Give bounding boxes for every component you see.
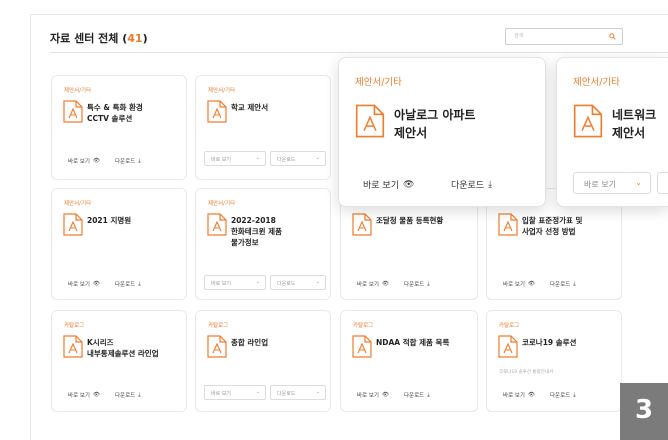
download-button[interactable]: 다운로드 ⤓ xyxy=(115,157,141,166)
download-button[interactable]: 다운로드 ⤓ xyxy=(115,391,141,400)
download-select[interactable] xyxy=(657,172,668,194)
eye-icon: 👁 xyxy=(93,158,100,164)
view-button[interactable]: 바로 보기 👁 xyxy=(68,280,100,288)
resource-card[interactable]: 제안서/기타 2021 지명원 바로 보기 👁 다운로드 ⤓ xyxy=(51,188,187,300)
view-button[interactable]: 바로 보기 👁 xyxy=(357,280,389,288)
eye-icon: 👁 xyxy=(93,392,100,398)
download-icon: ⤓ xyxy=(138,157,141,164)
chevron-down-icon: ⌄ xyxy=(315,389,320,395)
search-icon[interactable] xyxy=(609,33,616,40)
view-button[interactable]: 바로 보기 👁 xyxy=(363,178,415,192)
view-button[interactable]: 바로 보기 👁 xyxy=(503,391,535,399)
card-category: 제안서/기타 xyxy=(64,201,92,207)
card-category: 제안서/기타 xyxy=(208,201,236,207)
card-category: 제안서/기타 xyxy=(355,77,402,88)
card-title: 2021 지명원 xyxy=(87,216,132,225)
download-button[interactable]: 다운로드 ⤓ xyxy=(550,391,576,400)
download-icon: ⤓ xyxy=(427,280,430,287)
pdf-icon xyxy=(207,100,227,123)
resource-card-hovered[interactable]: 제안서/기타 네트워크 제안서 바로 보기 ⌄ xyxy=(556,57,668,207)
card-category: 카탈로그 xyxy=(353,323,374,329)
header-divider xyxy=(50,52,668,53)
card-title: 학교 제안서 xyxy=(231,103,269,112)
eye-icon: 👁 xyxy=(528,392,535,398)
download-icon: ⤓ xyxy=(427,391,430,398)
card-subtitle: 코로나19 솔루션 통합안내서 xyxy=(499,370,554,375)
pdf-icon xyxy=(498,335,518,358)
download-icon: ⤓ xyxy=(573,280,576,287)
resource-card-hovered[interactable]: 제안서/기타 아날로그 아파트 제안서 바로 보기 👁 다운로드 ⤓ xyxy=(338,57,546,207)
download-icon: ⤓ xyxy=(138,280,141,287)
pdf-icon xyxy=(352,335,372,358)
chevron-down-icon: ⌄ xyxy=(315,155,320,161)
view-button[interactable]: 바로 보기 👁 xyxy=(68,157,100,165)
eye-icon: 👁 xyxy=(93,281,100,287)
pdf-icon xyxy=(207,213,227,236)
view-button[interactable]: 바로 보기 👁 xyxy=(68,391,100,399)
download-button[interactable]: 다운로드 ⤓ xyxy=(404,391,430,400)
pdf-icon xyxy=(63,335,83,358)
resource-card[interactable]: 제안서/기타 2022-2018 한화테크윈 제품 물가정보 바로 보기 ⌄ 다운로드… xyxy=(195,188,331,300)
card-category: 제안서/기타 xyxy=(573,77,620,88)
resource-card[interactable]: 카탈로그 NDAA 적합 제품 목록 바로 보기 👁 다운로드 ⤓ xyxy=(340,310,478,412)
card-category: 제안서/기타 xyxy=(208,88,236,94)
view-button[interactable]: 바로 보기 👁 xyxy=(357,391,389,399)
resource-card[interactable]: 카탈로그 K시리즈 내부통제솔루션 라인업 바로 보기 👁 다운로드 ⤓ xyxy=(51,310,187,412)
view-select[interactable]: 바로 보기 ⌄ xyxy=(204,275,266,290)
search-placeholder: 검색 xyxy=(514,33,524,39)
download-button[interactable]: 다운로드 ⤓ xyxy=(451,178,493,192)
pdf-icon xyxy=(63,213,83,236)
card-category: 카탈로그 xyxy=(499,323,520,329)
view-select[interactable]: 바로 보기 ⌄ xyxy=(204,385,266,400)
card-title: 코로나19 솔루션 xyxy=(522,338,577,347)
view-select[interactable]: 바로 보기 ⌄ xyxy=(573,172,651,194)
eye-icon: 👁 xyxy=(382,392,389,398)
result-count: 41 xyxy=(127,32,143,45)
resource-card[interactable]: 카탈로그 종합 라인업 바로 보기 ⌄ 다운로드 ⌄ xyxy=(195,310,331,412)
chevron-down-icon: ⌄ xyxy=(255,279,260,285)
download-icon: ⤓ xyxy=(573,391,576,398)
resource-card[interactable]: 제안서/기타 학교 제안서 바로 보기 ⌄ 다운로드 ⌄ xyxy=(195,75,331,180)
view-button[interactable]: 바로 보기 👁 xyxy=(503,280,535,288)
card-title: 아날로그 아파트 제안서 xyxy=(394,108,476,140)
card-category: 카탈로그 xyxy=(64,323,85,329)
chevron-down-icon: ⌄ xyxy=(255,155,260,161)
download-icon: ⤓ xyxy=(488,179,493,190)
download-select[interactable]: 다운로드 ⌄ xyxy=(270,385,326,400)
chevron-down-icon: ⌄ xyxy=(255,389,260,395)
card-title: 종합 라인업 xyxy=(231,338,269,347)
card-title: 조달청 물품 등록현황 xyxy=(376,216,444,225)
card-title: NDAA 적합 제품 목록 xyxy=(376,338,450,347)
download-button[interactable]: 다운로드 ⤓ xyxy=(404,280,430,289)
download-button[interactable]: 다운로드 ⤓ xyxy=(115,280,141,289)
chevron-down-icon: ⌄ xyxy=(315,279,320,285)
card-title: 네트워크 제안서 xyxy=(612,108,657,140)
eye-icon: 👁 xyxy=(382,281,389,287)
card-category: 카탈로그 xyxy=(208,323,229,329)
eye-icon: 👁 xyxy=(528,281,535,287)
pdf-icon xyxy=(498,213,518,236)
card-title: 입찰 표준정가표 및 사업자 선정 방법 xyxy=(522,216,583,236)
card-title: K시리즈 내부통제솔루션 라인업 xyxy=(87,338,159,358)
card-title: 특수 & 특화 환경 CCTV 솔루션 xyxy=(87,103,143,123)
chevron-down-icon: ⌄ xyxy=(635,178,642,187)
card-category: 제안서/기타 xyxy=(64,88,92,94)
resource-card[interactable]: 제안서/기타 특수 & 특화 환경 CCTV 솔루션 바로 보기 👁 다운로드 ⤓ xyxy=(51,75,187,180)
download-icon: ⤓ xyxy=(138,391,141,398)
pdf-icon xyxy=(352,213,372,236)
download-select[interactable]: 다운로드 ⌄ xyxy=(270,275,326,290)
page-number-badge: 3 xyxy=(620,383,668,440)
card-title: 2022-2018 한화테크윈 제품 물가정보 xyxy=(231,216,282,247)
resource-card[interactable]: 카탈로그 코로나19 솔루션 코로나19 솔루션 통합안내서 바로 보기 👁 다운… xyxy=(486,310,622,412)
eye-icon: 👁 xyxy=(402,179,415,190)
page-title: 자료 센터 전체 (41) xyxy=(50,32,148,45)
download-select[interactable]: 다운로드 ⌄ xyxy=(270,151,326,166)
pdf-icon xyxy=(355,104,385,138)
pdf-icon xyxy=(573,104,603,138)
search-input[interactable]: 검색 xyxy=(505,28,623,45)
pdf-icon xyxy=(207,335,227,358)
pdf-icon xyxy=(63,100,83,123)
view-select[interactable]: 바로 보기 ⌄ xyxy=(204,151,266,166)
download-button[interactable]: 다운로드 ⤓ xyxy=(550,280,576,289)
